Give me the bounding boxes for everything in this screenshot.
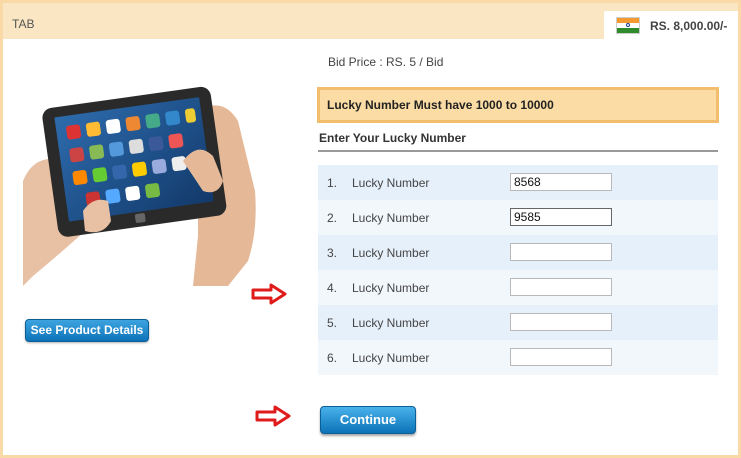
lucky-number-input-1[interactable] bbox=[510, 173, 612, 191]
list-item: 2. Lucky Number bbox=[318, 200, 718, 235]
bid-price-text: Bid Price : RS. 5 / Bid bbox=[328, 55, 444, 69]
page-title: TAB bbox=[12, 17, 35, 31]
lucky-number-input-4[interactable] bbox=[510, 278, 612, 296]
lucky-number-input-6[interactable] bbox=[510, 348, 612, 366]
arrow-right-icon bbox=[255, 405, 291, 427]
row-label: Lucky Number bbox=[352, 211, 430, 225]
list-item: 6. Lucky Number bbox=[318, 340, 718, 375]
row-label: Lucky Number bbox=[352, 281, 430, 295]
lucky-number-notice: Lucky Number Must have 1000 to 10000 bbox=[317, 87, 719, 123]
row-index: 2. bbox=[327, 211, 338, 225]
row-label: Lucky Number bbox=[352, 246, 430, 260]
row-label: Lucky Number bbox=[352, 351, 430, 365]
lucky-number-input-2[interactable] bbox=[510, 208, 612, 226]
tablet-in-hands-image bbox=[23, 86, 256, 286]
arrow-right-icon bbox=[251, 283, 287, 305]
list-item: 4. Lucky Number bbox=[318, 270, 718, 305]
continue-button[interactable]: Continue bbox=[320, 406, 416, 434]
list-item: 3. Lucky Number bbox=[318, 235, 718, 270]
lucky-number-list: 1. Lucky Number 2. Lucky Number 3. Lucky… bbox=[318, 165, 718, 375]
balance-amount: RS. 8,000.00/- bbox=[650, 19, 728, 33]
notice-text: Lucky Number Must have 1000 to 10000 bbox=[327, 98, 554, 112]
row-index: 1. bbox=[327, 176, 338, 190]
page-frame: TAB RS. 8,000.00/- See Product Details B… bbox=[0, 0, 741, 458]
header-bar: TAB RS. 8,000.00/- bbox=[3, 3, 738, 39]
lucky-number-input-5[interactable] bbox=[510, 313, 612, 331]
row-index: 5. bbox=[327, 316, 338, 330]
divider bbox=[318, 150, 718, 152]
section-heading: Enter Your Lucky Number bbox=[319, 131, 466, 145]
row-index: 4. bbox=[327, 281, 338, 295]
row-label: Lucky Number bbox=[352, 316, 430, 330]
row-label: Lucky Number bbox=[352, 176, 430, 190]
row-index: 6. bbox=[327, 351, 338, 365]
list-item: 1. Lucky Number bbox=[318, 165, 718, 200]
india-flag-icon bbox=[616, 17, 640, 34]
row-index: 3. bbox=[327, 246, 338, 260]
balance-box: RS. 8,000.00/- bbox=[604, 11, 738, 39]
see-product-details-button[interactable]: See Product Details bbox=[25, 319, 149, 342]
lucky-number-input-3[interactable] bbox=[510, 243, 612, 261]
list-item: 5. Lucky Number bbox=[318, 305, 718, 340]
